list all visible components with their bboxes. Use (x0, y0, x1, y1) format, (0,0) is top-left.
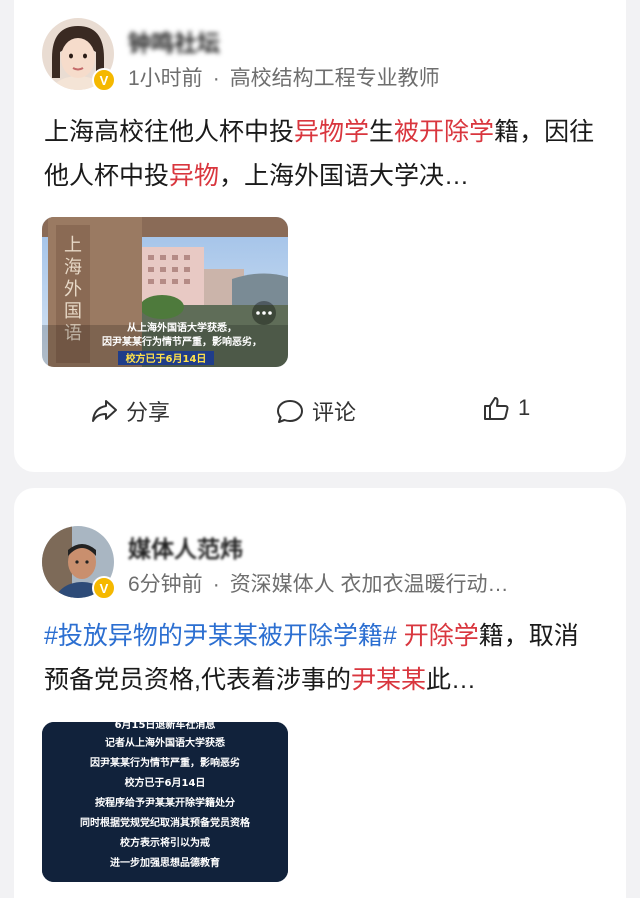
post-actions: 分享 评论 1 (14, 395, 626, 441)
notice-line: 6月15日退新车社消息 (115, 722, 216, 731)
post-card[interactable]: V 钟鸣社坛 1小时前 · 高校结构工程专业教师 上海高校往他人杯中投异物学生被开除… (14, 0, 626, 472)
svg-text:外: 外 (64, 279, 82, 300)
text-segment: 上海高校往他人杯中投 (44, 118, 295, 146)
notice-line: 同时根据党规党纪取消其预备党员资格 (80, 816, 251, 829)
post-text[interactable]: #投放异物的尹某某被开除学籍# 开除学籍，取消预备党员资格,代表着涉事的尹某某此… (44, 614, 600, 702)
thumbs-up-icon (484, 397, 509, 420)
caption-line: 因尹某某行为情节严重，影响恶劣， (102, 335, 262, 348)
notice-line: 按程序给予尹某某开除学籍处分 (95, 796, 235, 809)
svg-text:国: 国 (64, 301, 82, 322)
highlight-keyword[interactable]: 异物学 (294, 118, 369, 146)
author-tagline: 资深媒体人 衣加衣温暖行动… (229, 573, 509, 596)
post-time: 6分钟前 (128, 573, 203, 596)
comment-icon (277, 400, 303, 423)
highlight-keyword[interactable]: 开除学 (404, 622, 479, 650)
highlight-keyword[interactable]: 被开除学 (394, 118, 494, 146)
post-text[interactable]: 上海高校往他人杯中投异物学生被开除学籍，因往他人杯中投异物，上海外国语大学决… (44, 110, 600, 198)
author-tagline: 高校结构工程专业教师 (229, 67, 440, 90)
author-name[interactable]: 钟鸣社坛 (128, 24, 220, 58)
svg-text:上: 上 (64, 235, 82, 256)
verified-badge-icon: V (92, 68, 116, 92)
topic-hashtag[interactable]: #投放异物的尹某某被开除学籍# (44, 622, 397, 650)
like-count: 1 (518, 395, 531, 420)
post-image-thumbnail[interactable]: 6月15日退新车社消息 记者从上海外国语大学获悉 因尹某某行为情节严重，影响恶劣… (42, 722, 288, 882)
caption-line: 校方已于6月14日 (126, 352, 207, 365)
notice-line: 进一步加强思想品德教育 (110, 856, 220, 869)
share-icon (92, 400, 117, 422)
author-name[interactable]: 媒体人范炜 (128, 530, 243, 564)
share-button[interactable]: 分享 (90, 395, 170, 427)
post-time: 1小时前 (128, 67, 203, 90)
notice-line: 因尹某某行为情节严重，影响恶劣 (90, 756, 240, 769)
post-meta: 6分钟前 · 资深媒体人 衣加衣温暖行动… (128, 568, 509, 598)
svg-text:海: 海 (64, 257, 82, 278)
post-meta: 1小时前 · 高校结构工程专业教师 (128, 62, 440, 92)
comment-button[interactable]: 评论 (276, 395, 356, 427)
text-segment: ，上海外国语大学决… (219, 162, 470, 190)
like-button[interactable]: 1 (482, 395, 530, 421)
text-segment: 生 (369, 118, 395, 146)
meta-separator: · (212, 573, 220, 596)
text-segment (397, 622, 404, 650)
comment-label: 评论 (312, 400, 357, 425)
verified-badge-icon: V (92, 576, 116, 600)
highlight-keyword[interactable]: 尹某某 (351, 666, 426, 694)
avatar[interactable]: V (42, 526, 116, 600)
share-label: 分享 (126, 400, 171, 425)
caption-line: 从上海外国语大学获悉， (127, 321, 237, 334)
meta-separator: · (212, 67, 220, 90)
post-video-thumbnail[interactable]: 上 海 外 国 语 从上海外国语大学获悉， 因尹某某行为情节严重，影响恶劣， 校… (42, 217, 288, 367)
avatar[interactable]: V (42, 18, 116, 92)
notice-line: 校方已于6月14日 (125, 776, 206, 789)
notice-line: 记者从上海外国语大学获悉 (105, 736, 226, 749)
highlight-keyword[interactable]: 异物 (169, 162, 219, 190)
post-card[interactable]: V 媒体人范炜 6分钟前 · 资深媒体人 衣加衣温暖行动… #投放异物的尹某某被开除… (14, 488, 626, 898)
notice-line: 校方表示将引以为戒 (120, 836, 210, 849)
text-segment: 此… (425, 666, 476, 694)
